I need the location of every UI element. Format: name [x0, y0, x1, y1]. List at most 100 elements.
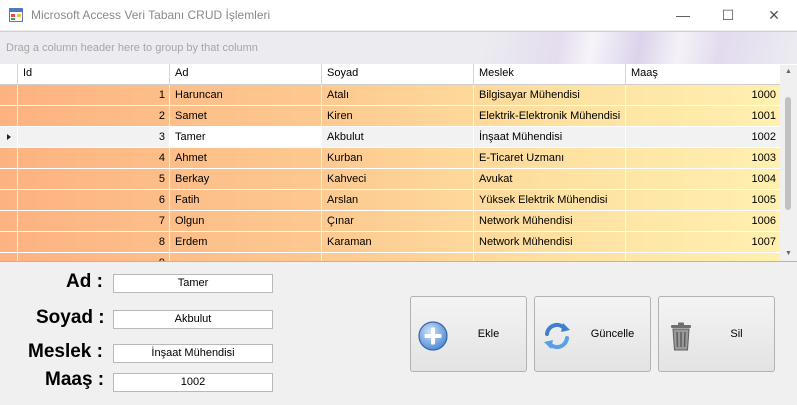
- cell-meslek[interactable]: Avukat: [473, 169, 625, 189]
- cell-maas[interactable]: 1004: [625, 169, 780, 189]
- cell-id[interactable]: 8: [17, 232, 169, 252]
- table-row[interactable]: 7 Olgun Çınar Network Mühendisi 1006: [0, 211, 780, 232]
- scrollbar-thumb[interactable]: [785, 97, 791, 210]
- cell-soyad[interactable]: Kiren: [321, 106, 473, 126]
- row-indicator[interactable]: [0, 169, 17, 189]
- cell-maas[interactable]: 1003: [625, 148, 780, 168]
- table-row[interactable]: 3 Tamer Akbulut İnşaat Mühendisi 1002: [0, 127, 780, 148]
- header-indicator-cell: [0, 64, 17, 84]
- scroll-down-arrow-icon[interactable]: ▼: [780, 247, 797, 261]
- cell-maas[interactable]: 1005: [625, 190, 780, 210]
- cell-id[interactable]: 7: [17, 211, 169, 231]
- maximize-icon: ☐: [721, 6, 735, 23]
- cell-meslek[interactable]: [473, 253, 625, 261]
- cell-soyad[interactable]: Atalı: [321, 85, 473, 105]
- cell-maas[interactable]: 1001: [625, 106, 780, 126]
- sil-button-label: Sil: [730, 328, 743, 340]
- cell-ad[interactable]: Samet: [169, 106, 321, 126]
- row-indicator[interactable]: [0, 106, 17, 126]
- cell-ad[interactable]: Fatih: [169, 190, 321, 210]
- trash-icon: [671, 322, 691, 351]
- table-row[interactable]: 5 Berkay Kahveci Avukat 1004: [0, 169, 780, 190]
- cell-id[interactable]: 6: [17, 190, 169, 210]
- column-header-maas[interactable]: Maaş: [625, 64, 780, 84]
- meslek-input[interactable]: İnşaat Mühendisi: [113, 344, 273, 363]
- ad-label: Ad :: [66, 271, 103, 292]
- column-header-id[interactable]: Id: [17, 64, 169, 84]
- cell-maas[interactable]: [625, 253, 780, 261]
- row-indicator[interactable]: [0, 253, 17, 261]
- cell-soyad[interactable]: Kahveci: [321, 169, 473, 189]
- cell-ad[interactable]: Tamer: [169, 127, 321, 147]
- cell-ad[interactable]: [169, 253, 321, 261]
- table-row[interactable]: 6 Fatih Arslan Yüksek Elektrik Mühendisi 100…: [0, 190, 780, 211]
- cell-soyad[interactable]: Akbulut: [321, 127, 473, 147]
- group-panel-hint: Drag a column header here to group by th…: [6, 42, 258, 54]
- column-header-soyad[interactable]: Soyad: [321, 64, 473, 84]
- minimize-icon: —: [676, 7, 690, 23]
- plus-circle-icon: [418, 321, 448, 351]
- table-row[interactable]: 4 Ahmet Kurban E-Ticaret Uzmanı 1003: [0, 148, 780, 169]
- close-icon: ✕: [768, 6, 780, 23]
- cell-meslek[interactable]: Bilgisayar Mühendisi: [473, 85, 625, 105]
- cell-id[interactable]: 4: [17, 148, 169, 168]
- cell-id[interactable]: 1: [17, 85, 169, 105]
- soyad-input[interactable]: Akbulut: [113, 310, 273, 329]
- form-window-icon: [9, 8, 23, 22]
- cell-soyad[interactable]: Arslan: [321, 190, 473, 210]
- ekle-button-label: Ekle: [477, 328, 500, 340]
- cell-ad[interactable]: Ahmet: [169, 148, 321, 168]
- data-grid[interactable]: Drag a column header here to group by th…: [0, 31, 797, 262]
- cell-soyad[interactable]: Kurban: [321, 148, 473, 168]
- row-indicator[interactable]: [0, 232, 17, 252]
- cell-ad[interactable]: Olgun: [169, 211, 321, 231]
- maas-input[interactable]: 1002: [113, 373, 273, 392]
- close-button[interactable]: ✕: [751, 0, 797, 30]
- vertical-scrollbar[interactable]: ▲ ▼: [780, 65, 797, 261]
- cell-id[interactable]: 9: [17, 253, 169, 261]
- cell-meslek[interactable]: Elektrik-Elektronik Mühendisi: [473, 106, 625, 126]
- cell-meslek[interactable]: E-Ticaret Uzmanı: [473, 148, 625, 168]
- cell-id[interactable]: 5: [17, 169, 169, 189]
- maximize-button[interactable]: ☐: [705, 0, 751, 30]
- grid-header: Id Ad Soyad Meslek Maaş: [0, 64, 797, 85]
- column-header-meslek[interactable]: Meslek: [473, 64, 625, 84]
- cell-soyad[interactable]: [321, 253, 473, 261]
- column-header-ad[interactable]: Ad: [169, 64, 321, 84]
- ekle-button[interactable]: Ekle: [410, 296, 527, 372]
- table-row[interactable]: 9: [0, 253, 780, 261]
- cell-meslek[interactable]: İnşaat Mühendisi: [473, 127, 625, 147]
- meslek-label: Meslek :: [28, 341, 103, 362]
- cell-id[interactable]: 3: [17, 127, 169, 147]
- cell-ad[interactable]: Berkay: [169, 169, 321, 189]
- cell-meslek[interactable]: Network Mühendisi: [473, 211, 625, 231]
- soyad-label: Soyad :: [36, 307, 105, 328]
- cell-meslek[interactable]: Network Mühendisi: [473, 232, 625, 252]
- cell-maas[interactable]: 1002: [625, 127, 780, 147]
- scroll-up-arrow-icon[interactable]: ▲: [780, 65, 797, 79]
- row-indicator[interactable]: [0, 190, 17, 210]
- row-indicator[interactable]: [0, 85, 17, 105]
- row-indicator[interactable]: [0, 211, 17, 231]
- row-indicator-arrow-icon[interactable]: [0, 127, 17, 147]
- ad-input[interactable]: Tamer: [113, 274, 273, 293]
- guncelle-button-label: Güncelle: [590, 328, 635, 340]
- group-panel[interactable]: Drag a column header here to group by th…: [0, 32, 797, 65]
- guncelle-button[interactable]: Güncelle: [534, 296, 651, 372]
- cell-ad[interactable]: Erdem: [169, 232, 321, 252]
- table-row[interactable]: 2 Samet Kiren Elektrik-Elektronik Mühendisi…: [0, 106, 780, 127]
- cell-soyad[interactable]: Karaman: [321, 232, 473, 252]
- table-row[interactable]: 8 Erdem Karaman Network Mühendisi 1007: [0, 232, 780, 253]
- cell-ad[interactable]: Haruncan: [169, 85, 321, 105]
- cell-id[interactable]: 2: [17, 106, 169, 126]
- cell-maas[interactable]: 1000: [625, 85, 780, 105]
- row-indicator[interactable]: [0, 148, 17, 168]
- minimize-button[interactable]: —: [660, 0, 706, 30]
- cell-maas[interactable]: 1006: [625, 211, 780, 231]
- table-row[interactable]: 1 Haruncan Atalı Bilgisayar Mühendisi 1000: [0, 85, 780, 106]
- cell-maas[interactable]: 1007: [625, 232, 780, 252]
- cell-soyad[interactable]: Çınar: [321, 211, 473, 231]
- cell-meslek[interactable]: Yüksek Elektrik Mühendisi: [473, 190, 625, 210]
- window-title: Microsoft Access Veri Tabanı CRUD İşleml…: [31, 8, 271, 22]
- sil-button[interactable]: Sil: [658, 296, 775, 372]
